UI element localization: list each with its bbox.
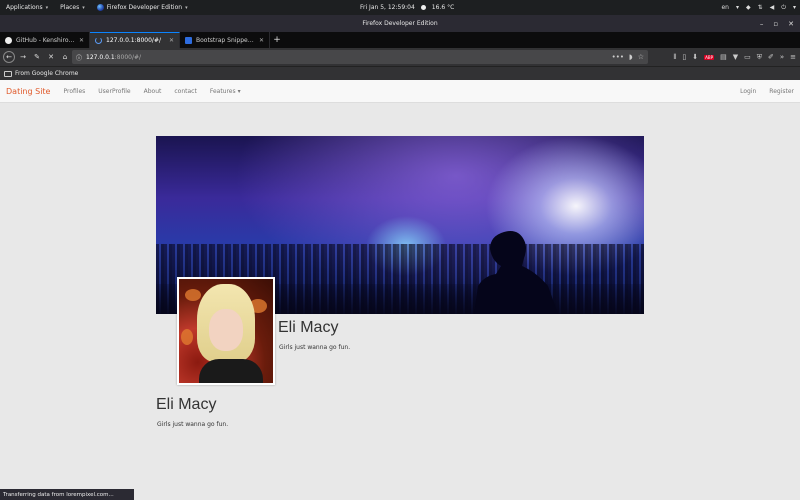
url-bar[interactable]: ⓘ 127.0.0.1:8000/#/ ••• ◗ ☆ [72,50,648,64]
weather-icon [420,5,426,10]
screenshot-icon[interactable]: ▭ [744,53,751,61]
library-icon[interactable]: ⫴ [673,53,676,62]
nav-link-userprofile[interactable]: UserProfile [98,88,130,95]
active-app-menu[interactable]: Firefox Developer Edition ▾ [91,4,194,11]
forward-button[interactable]: → [17,51,29,63]
chevron-down-icon: ▾ [792,4,796,11]
wifi-icon[interactable]: ◆ [746,4,751,11]
downloads-icon[interactable]: ⬇ [692,53,698,61]
url-host: 127.0.0.1 [86,53,115,61]
profile-tagline-header: Girls just wanna go fun. [279,344,351,351]
stop-button[interactable]: ✕ [45,51,57,63]
bookmark-folder-chrome[interactable]: From Google Chrome [15,70,78,77]
overflow-icon[interactable]: » [780,53,784,61]
url-path: :8000/#/ [114,53,142,61]
bookmarks-bar: From Google Chrome [0,66,800,80]
menu-icon[interactable]: ≡ [790,53,796,61]
nav-link-contact[interactable]: contact [174,88,196,95]
window-title: Firefox Developer Edition [362,20,438,27]
sidebar-icon[interactable]: ▯ [682,53,686,61]
tab-bootstrap-snippet[interactable]: Bootstrap Snippet FB-lik... ✕ [180,32,270,48]
volume-icon[interactable]: ◀ [770,4,775,11]
tab-label: GitHub - Kenshirosan/lar... [16,36,75,44]
tab-localhost[interactable]: 127.0.0.1:8000/#/ ✕ [90,32,180,48]
close-icon[interactable]: ✕ [259,37,264,44]
nav-link-profiles[interactable]: Profiles [63,88,85,95]
folder-icon [4,70,12,77]
close-icon[interactable]: ✕ [169,37,174,44]
pen-icon[interactable]: ✐ [768,53,774,61]
chevron-down-icon: ▾ [735,4,739,11]
home-button[interactable]: ⌂ [59,51,71,63]
active-app-label: Firefox Developer Edition [106,4,183,11]
github-icon [5,36,12,44]
chevron-down-icon: ▾ [82,4,85,11]
site-brand[interactable]: Dating Site [6,87,50,96]
applications-label: Applications [6,4,43,11]
caret-down-icon: ▾ [237,87,241,95]
tab-label: Bootstrap Snippet FB-lik... [196,36,255,44]
gnome-top-bar: Applications ▾ Places ▾ Firefox Develope… [0,0,800,15]
tab-github[interactable]: GitHub - Kenshirosan/lar... ✕ [0,32,90,48]
nav-toolbar: ← → ✎ ✕ ⌂ ⓘ 127.0.0.1:8000/#/ ••• ◗ ☆ ⫴ … [0,48,800,66]
language-indicator[interactable]: en [721,4,729,11]
close-icon[interactable]: ✕ [79,37,84,44]
tab-label: 127.0.0.1:8000/#/ [106,37,161,44]
extension-icon[interactable]: ▤ [720,53,727,61]
profile-name: Eli Macy [156,396,217,413]
profile-tagline: Girls just wanna go fun. [157,421,229,428]
nav-link-login[interactable]: Login [740,88,756,95]
firefox-icon [96,4,104,11]
nav-link-register[interactable]: Register [769,88,794,95]
new-tab-button[interactable]: + [270,32,284,48]
info-icon[interactable]: ⓘ [76,53,82,62]
places-menu[interactable]: Places ▾ [54,4,91,11]
minimize-icon[interactable]: – [760,20,764,28]
bootstrap-icon [185,36,192,44]
close-icon[interactable]: ✕ [788,20,794,28]
network-icon[interactable]: ⇅ [758,4,763,11]
clock[interactable]: Fri Jan 5, 12:59:04 [360,4,415,11]
places-label: Places [60,4,80,11]
applications-menu[interactable]: Applications ▾ [0,4,54,11]
page-actions-icon[interactable]: ••• [612,53,624,61]
page-content: Dating Site Profiles UserProfile About c… [0,80,800,500]
site-navbar: Dating Site Profiles UserProfile About c… [0,80,800,103]
window-titlebar: Firefox Developer Edition – ▫ ✕ [0,15,800,32]
nav-dropdown-features[interactable]: Features ▾ [210,88,241,95]
shield-icon[interactable]: ⛨ [757,53,762,62]
pocket-icon[interactable]: ◗ [629,53,633,61]
tab-strip: GitHub - Kenshirosan/lar... ✕ 127.0.0.1:… [0,32,800,48]
bookmark-star-icon[interactable]: ☆ [638,53,644,61]
status-bar: Transferring data from lorempixel.com... [0,489,134,500]
nav-link-about[interactable]: About [144,88,162,95]
features-label: Features [209,87,236,95]
back-button[interactable]: ← [3,51,15,63]
profile-name-header: Eli Macy [278,319,339,336]
maximize-icon[interactable]: ▫ [773,20,778,28]
profile-avatar[interactable] [177,277,275,385]
chevron-down-icon: ▾ [185,4,188,11]
power-icon[interactable]: ⏻ [781,4,786,12]
chevron-down-icon: ▾ [45,4,49,11]
devtools-icon[interactable]: ✎ [31,51,43,63]
weather-temp[interactable]: 16.6 °C [432,4,454,11]
vue-devtools-icon[interactable]: ▼ [733,53,738,61]
adblock-icon[interactable]: ABP [704,54,715,60]
loading-icon [95,37,102,44]
